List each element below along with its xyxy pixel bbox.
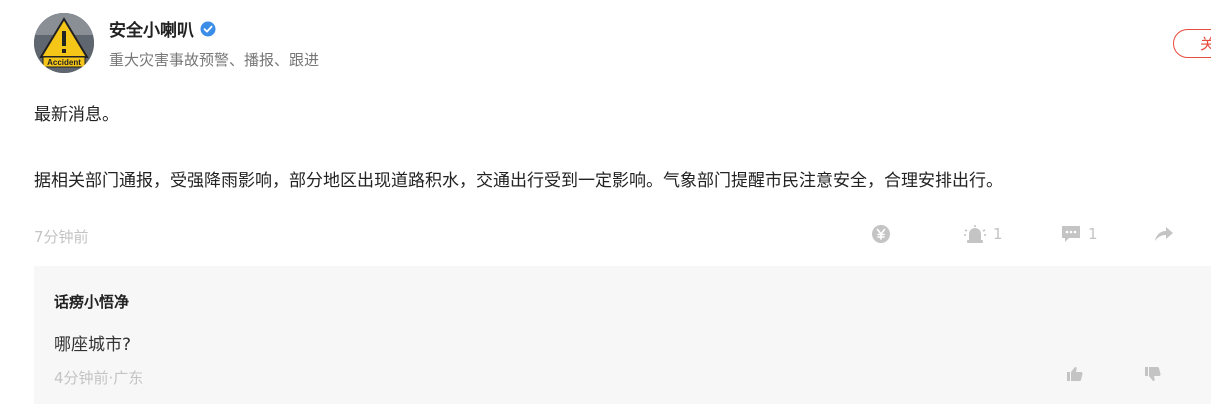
follow-button[interactable]: 关注: [1173, 29, 1211, 58]
comment-count: 1: [1088, 225, 1098, 243]
reward-button[interactable]: [871, 224, 891, 244]
like-count: 1: [993, 225, 1003, 243]
comment-author[interactable]: 话痨小悟净: [54, 291, 129, 312]
author-description: 重大灾害事故预警、播报、跟进: [109, 51, 320, 69]
comment-meta: 4分钟前·广东: [54, 369, 144, 387]
yen-coin-icon: [872, 225, 890, 243]
comment-text: 哪座城市?: [54, 335, 132, 355]
alarm-bell-icon: [964, 225, 986, 243]
svg-text:Accident: Accident: [47, 58, 81, 67]
verified-badge-icon: [200, 21, 216, 37]
like-button[interactable]: 1: [963, 224, 1003, 244]
thumbs-down-icon: [1145, 367, 1161, 381]
comment-like-button[interactable]: [1066, 366, 1084, 386]
author-name[interactable]: 安全小喇叭: [109, 16, 194, 41]
comment-button[interactable]: 1: [1060, 224, 1098, 244]
author-avatar[interactable]: Accident: [34, 13, 94, 73]
thumbs-up-icon: [1067, 367, 1083, 381]
post-timestamp: 7分钟前: [34, 228, 89, 246]
post-text-line2: 据相关部门通报，受强降雨影响，部分地区出现道路积水，交通出行受到一定影响。气象部…: [34, 171, 1003, 191]
author-name-row[interactable]: 安全小喇叭: [109, 16, 216, 41]
share-button[interactable]: [1153, 224, 1175, 244]
share-arrow-icon: [1155, 227, 1173, 241]
comment-item: 话痨小悟净 哪座城市? 4分钟前·广东: [34, 266, 1211, 404]
comment-dislike-button[interactable]: [1144, 366, 1162, 386]
accident-warning-logo: Accident: [34, 13, 94, 73]
post-text-line1: 最新消息。: [34, 105, 119, 125]
comment-bubble-icon: [1062, 226, 1080, 242]
